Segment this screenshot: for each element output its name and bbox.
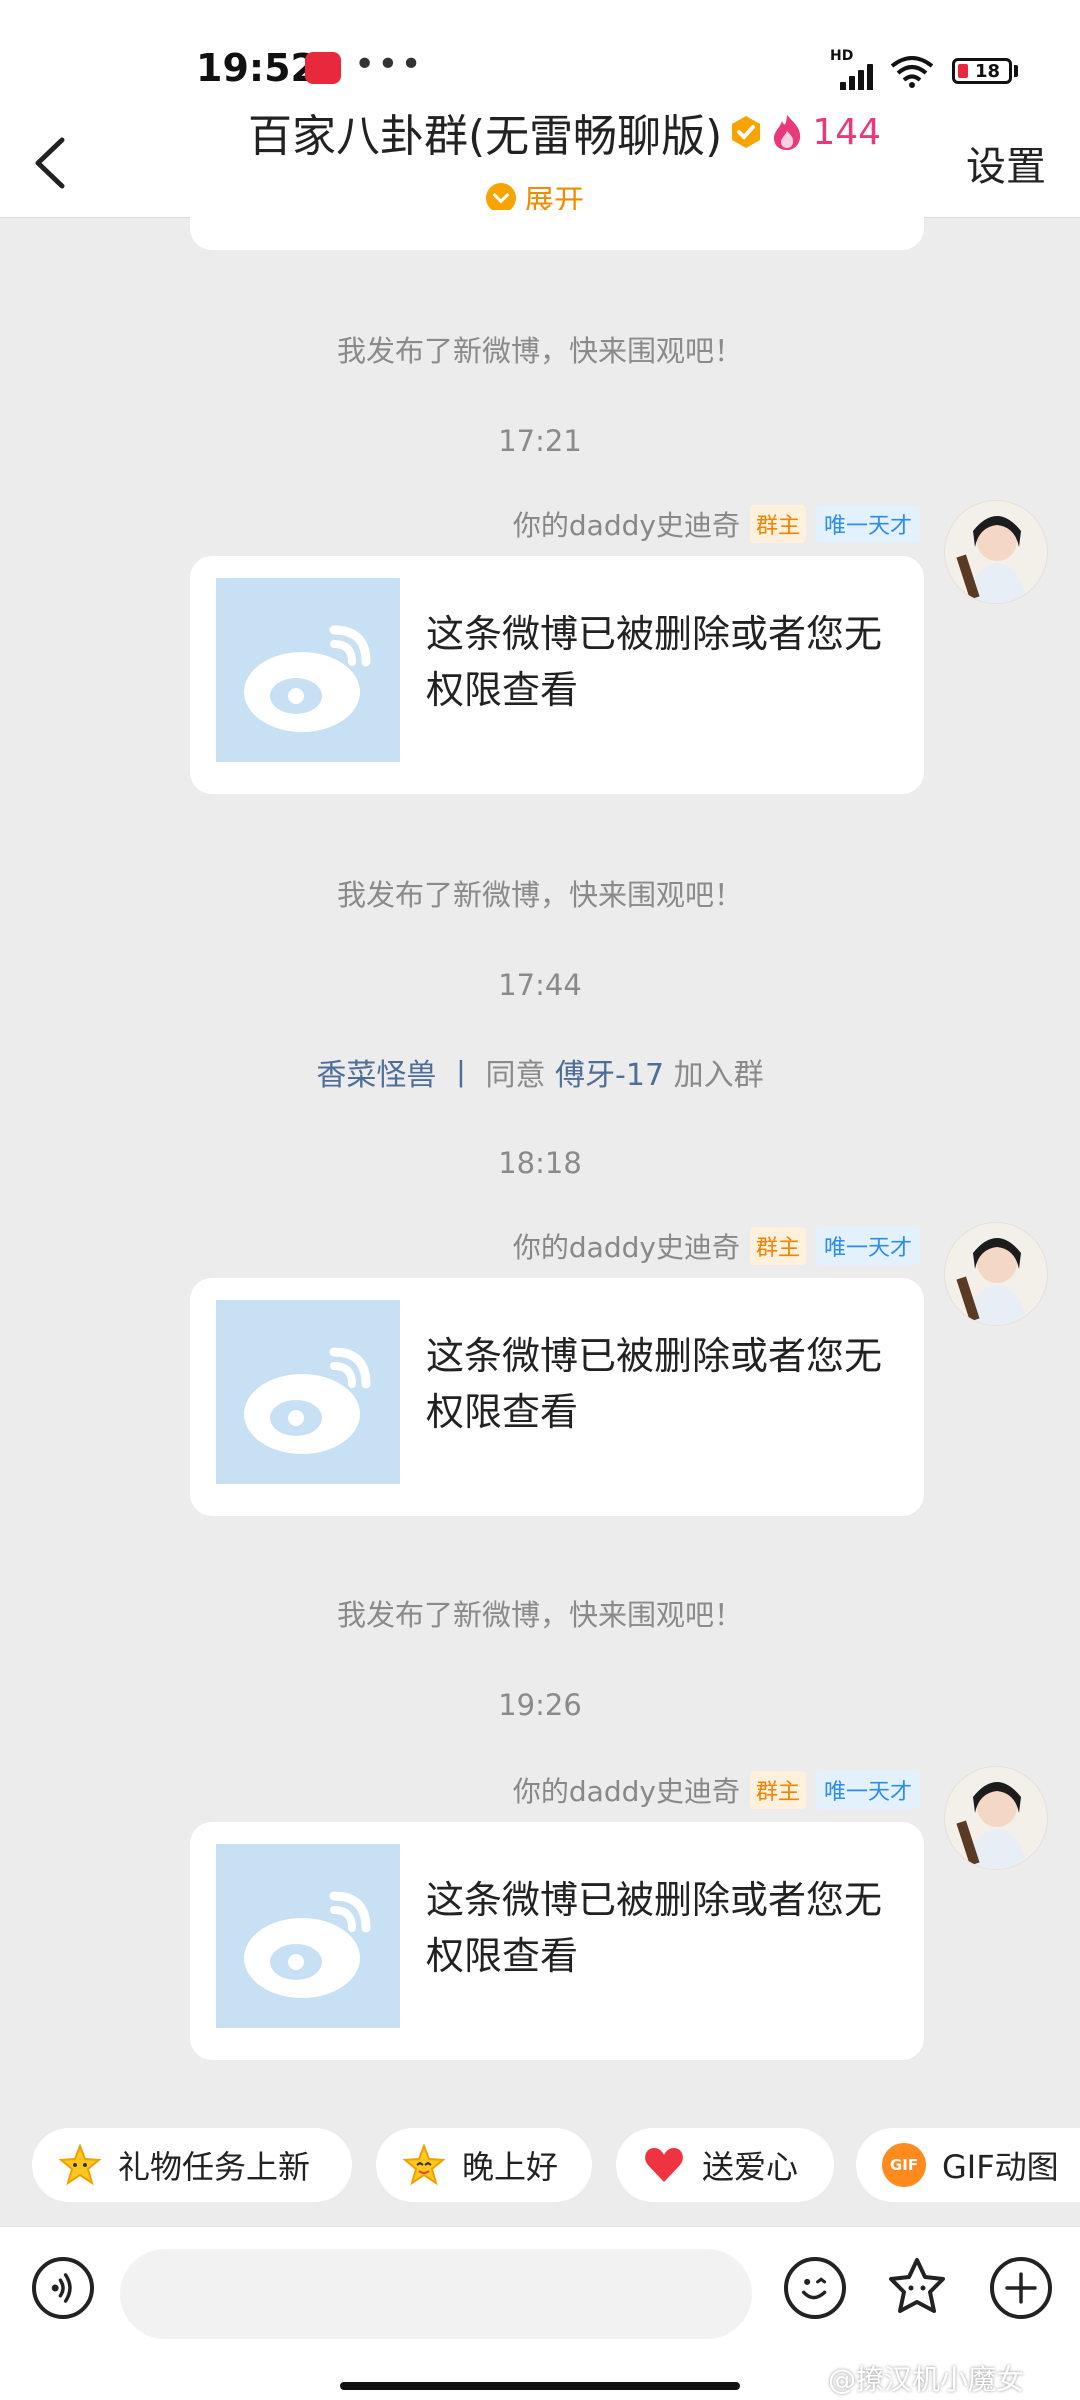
chip-label: 送爱心 [702, 2148, 799, 2186]
sender-name[interactable]: 你的daddy史迪奇 [513, 1770, 740, 1810]
quick-reply-send-love[interactable]: 送爱心 [616, 2128, 834, 2202]
join-notice: 香菜怪兽 丨 同意 傅牙-17 加入群 [0, 1050, 1080, 1094]
weibo-logo-icon [216, 578, 400, 762]
title-badge: 唯一天才 [815, 1227, 920, 1265]
hd-label: HD [830, 48, 854, 64]
chat-header: 百家八卦群(无雷畅聊版) 144 展开 设置 [0, 90, 1080, 219]
card-text: 这条微博已被删除或者您无权限查看 [426, 612, 883, 712]
message-card-partial[interactable] [190, 210, 924, 250]
title-badge: 唯一天才 [815, 1771, 920, 1809]
wifi-icon [890, 56, 934, 88]
timestamp: 17:44 [498, 968, 582, 1002]
weibo-card[interactable]: 这条微博已被删除或者您无权限查看 [190, 1278, 924, 1516]
watermark: @撩汉机小魔女 [828, 2363, 1025, 2396]
weibo-logo-icon [216, 1844, 400, 2028]
chip-label: GIF动图 [942, 2148, 1059, 2186]
owner-badge: 群主 [749, 1227, 806, 1265]
timestamp: 17:21 [498, 424, 582, 458]
system-notice: 我发布了新微博，快来围观吧！ [336, 878, 743, 912]
back-button[interactable] [24, 128, 84, 198]
join-suffix: 加入群 [673, 1058, 764, 1093]
status-time: 19:52 [196, 46, 317, 90]
weibo-card[interactable]: 这条微博已被删除或者您无权限查看 [190, 556, 924, 794]
flame-icon [774, 115, 801, 150]
card-text: 这条微博已被删除或者您无权限查看 [426, 1334, 883, 1434]
app-notification-icon [305, 52, 341, 84]
avatar[interactable] [944, 1766, 1048, 1870]
title-badge: 唯一天才 [815, 505, 920, 543]
heart-icon [645, 2148, 683, 2182]
chip-label: 晚上好 [462, 2148, 559, 2186]
quick-reply-good-evening[interactable]: 晚上好 [376, 2128, 592, 2202]
timestamp: 18:18 [498, 1146, 582, 1180]
owner-badge: 群主 [749, 1771, 806, 1809]
emoji-button[interactable] [784, 2257, 846, 2319]
quick-reply-gif[interactable]: GIF GIF动图 [856, 2128, 1080, 2202]
target-link[interactable]: 傅牙-17 [555, 1058, 664, 1093]
sticker-button[interactable] [884, 2255, 950, 2321]
separator: 丨 [445, 1058, 476, 1093]
weibo-logo-icon [216, 1300, 400, 1484]
sender-row: 你的daddy史迪奇 群主 唯一天才 [513, 1770, 920, 1810]
timestamp: 19:26 [498, 1688, 582, 1722]
star-face-icon [402, 2143, 446, 2186]
quick-reply-bar: 礼物任务上新 晚上好 送爱心 GIF GIF动图 [0, 2128, 1080, 2204]
quick-reply-gift-task[interactable]: 礼物任务上新 [32, 2128, 352, 2202]
star-icon [58, 2143, 102, 2186]
weibo-card[interactable]: 这条微博已被删除或者您无权限查看 [190, 1822, 924, 2060]
avatar[interactable] [944, 1222, 1048, 1326]
sender-row: 你的daddy史迪奇 群主 唯一天才 [513, 504, 920, 544]
join-verb: 同意 [485, 1058, 546, 1093]
sender-name[interactable]: 你的daddy史迪奇 [513, 1226, 740, 1266]
avatar[interactable] [944, 500, 1048, 604]
actor-link[interactable]: 香菜怪兽 [316, 1058, 436, 1093]
home-indicator[interactable] [340, 2382, 740, 2390]
chip-label: 礼物任务上新 [118, 2148, 311, 2186]
voice-button[interactable] [32, 2257, 94, 2319]
member-count: 144 [812, 111, 882, 153]
battery-icon: 18 [952, 58, 1012, 84]
settings-button[interactable]: 设置 [966, 134, 1046, 192]
gif-icon: GIF [882, 2143, 926, 2187]
system-notice: 我发布了新微博，快来围观吧！ [336, 1598, 743, 1632]
sender-name[interactable]: 你的daddy史迪奇 [513, 504, 740, 544]
message-input[interactable] [120, 2249, 752, 2339]
card-text: 这条微博已被删除或者您无权限查看 [426, 1878, 883, 1978]
sender-row: 你的daddy史迪奇 群主 唯一天才 [513, 1226, 920, 1266]
status-icons: HD 18 [830, 48, 1020, 92]
owner-badge: 群主 [749, 505, 806, 543]
more-notifications-icon: ••• [354, 44, 424, 85]
title-wrap[interactable]: 百家八卦群(无雷畅聊版) 144 [248, 104, 882, 162]
plus-button[interactable] [990, 2257, 1052, 2319]
system-notice: 我发布了新微博，快来围观吧！ [336, 334, 743, 368]
battery-level: 18 [975, 61, 1001, 82]
chevron-down-icon [486, 183, 516, 213]
group-title[interactable]: 百家八卦群(无雷畅聊版) [248, 100, 722, 164]
verified-badge-icon [732, 116, 761, 148]
